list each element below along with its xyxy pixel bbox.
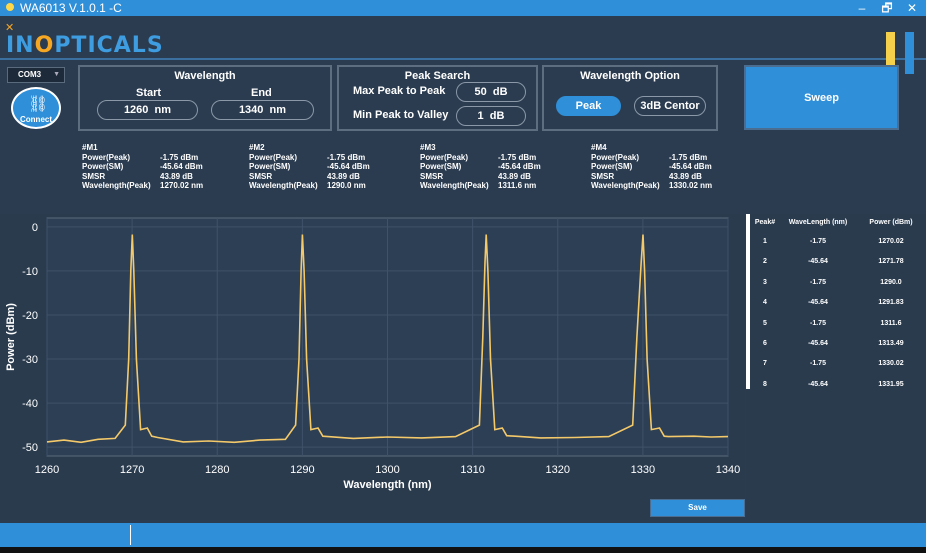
end-label: End xyxy=(251,87,272,99)
table-cell: 1 xyxy=(763,238,767,245)
table-cell: -1.75 xyxy=(810,238,826,245)
marker-m2: #M2 Power(Peak) -1.75 dBm Power(SM) -45.64… xyxy=(249,143,370,190)
max-peak-input[interactable]: 50 dB xyxy=(456,82,526,102)
start-label: Start xyxy=(136,87,162,99)
table-cell: -1.75 xyxy=(810,319,826,327)
marker-m4: #M4 Power(Peak) -1.75 dBm Power(SM) -45.64… xyxy=(591,143,713,190)
bottom-strip xyxy=(0,547,926,553)
brand-logo: INOPTICALS xyxy=(6,33,164,58)
x-axis-label: Wavelength (nm) xyxy=(343,479,432,491)
status-bar xyxy=(0,523,926,547)
table-cell: 3 xyxy=(763,278,767,286)
brand-stripe-blue xyxy=(905,32,914,74)
min-peak-label: Min Peak to Valley xyxy=(353,109,449,121)
marker-m1: #M1 Power(Peak) -1.75 dBm Power(SM) -45.64… xyxy=(82,143,204,190)
wavelength-panel: Wavelength Start End 1260 nm 1340 nm xyxy=(78,65,332,131)
table-cell: 6 xyxy=(763,340,767,347)
window-title: WA6013 V.1.0.1 -C xyxy=(20,1,122,15)
save-button[interactable]: Save xyxy=(650,499,745,517)
table-cell: -1.75 xyxy=(810,278,826,286)
table-cell: -45.64 xyxy=(808,258,828,266)
marker-m3: #M3 Power(Peak) -1.75 dBm Power(SM) -45.64… xyxy=(420,143,541,190)
x-tick-label: 1260 xyxy=(35,464,59,476)
table-cell: 1331.95 xyxy=(878,380,904,388)
max-peak-label: Max Peak to Peak xyxy=(353,85,446,97)
close-button[interactable]: ✕ xyxy=(902,0,922,16)
y-tick-label: -50 xyxy=(22,442,38,454)
wavelength-title: Wavelength xyxy=(174,70,236,82)
y-axis-label: Power (dBm) xyxy=(5,303,17,371)
restore-button[interactable]: 🗗 xyxy=(877,0,897,16)
start-wavelength-input[interactable]: 1260 nm xyxy=(97,100,198,120)
minimize-button[interactable]: – xyxy=(852,0,872,16)
y-tick-label: 0 xyxy=(32,222,38,234)
x-tick-label: 1320 xyxy=(546,464,570,476)
table-cell: 1313.49 xyxy=(878,340,904,347)
y-tick-label: -20 xyxy=(22,310,38,322)
x-tick-label: 1280 xyxy=(205,464,229,476)
min-peak-input[interactable]: 1 dB xyxy=(456,106,526,126)
table-scrollbar[interactable] xyxy=(746,214,750,389)
spectrum-chart: 0 -10 -20 -30 -40 -50 1260 1270 1280 1290 1300 1310… xyxy=(0,214,745,520)
connect-button[interactable]: ⛓ Connect xyxy=(11,87,61,129)
wavelength-option-title: Wavelength Option xyxy=(580,70,680,82)
table-cell: 1330.02 xyxy=(878,360,904,368)
peak-search-panel: Peak Search Max Peak to Peak Min Peak to… xyxy=(337,65,538,131)
wavelength-option-panel: Wavelength Option Peak 3dB Centor xyxy=(542,65,718,131)
table-cell: 1291.83 xyxy=(878,299,904,307)
chevron-down-icon: ▼ xyxy=(53,71,60,78)
option-peak[interactable]: Peak xyxy=(556,96,621,116)
table-cell: 5 xyxy=(763,319,767,327)
x-tick-label: 1270 xyxy=(120,464,144,476)
x-tick-label: 1330 xyxy=(631,464,655,476)
peak-search-title: Peak Search xyxy=(404,70,471,82)
y-tick-label: -30 xyxy=(22,354,38,366)
table-cell: 4 xyxy=(763,299,767,307)
end-wavelength-input[interactable]: 1340 nm xyxy=(211,100,314,120)
header-wavelength: WaveLength (nm) xyxy=(788,219,848,226)
table-cell: -45.64 xyxy=(808,340,828,347)
sweep-button[interactable]: Sweep xyxy=(744,65,899,130)
status-divider xyxy=(130,525,131,545)
option-3db-centor[interactable]: 3dB Centor xyxy=(634,96,706,116)
table-cell: 1271.78 xyxy=(878,258,904,266)
x-tick-label: 1290 xyxy=(290,464,314,476)
y-tick-label: -40 xyxy=(22,398,38,410)
table-cell: 2 xyxy=(763,258,767,266)
table-cell: -45.64 xyxy=(808,380,828,388)
y-tick-label: -10 xyxy=(22,266,38,278)
x-tick-label: 1300 xyxy=(375,464,399,476)
connect-label: Connect xyxy=(20,115,52,124)
table-cell: 1311.6 xyxy=(880,319,902,327)
link-icon: ⛓ xyxy=(28,96,49,113)
x-tick-label: 1310 xyxy=(460,464,484,476)
table-cell: -1.75 xyxy=(810,360,826,368)
table-cell: 8 xyxy=(763,380,767,388)
table-cell: -45.64 xyxy=(808,299,828,307)
com-port-select[interactable]: COM3 ▼ xyxy=(7,67,65,83)
header-power: Power (dBm) xyxy=(869,219,913,226)
header-peak: Peak# xyxy=(754,219,776,226)
app-icon xyxy=(6,3,14,11)
x-tick-label: 1340 xyxy=(716,464,740,476)
table-cell: 7 xyxy=(763,360,767,368)
logo-bar: ✕ INOPTICALS xyxy=(0,16,926,74)
spectrum-plot: 0 -10 -20 -30 -40 -50 1260 1270 1280 1290 1300 1310… xyxy=(5,217,740,491)
table-cell: 1290.0 xyxy=(880,278,902,286)
table-cell: 1270.02 xyxy=(878,238,904,245)
title-bar: WA6013 V.1.0.1 -C – 🗗 ✕ xyxy=(0,0,926,16)
